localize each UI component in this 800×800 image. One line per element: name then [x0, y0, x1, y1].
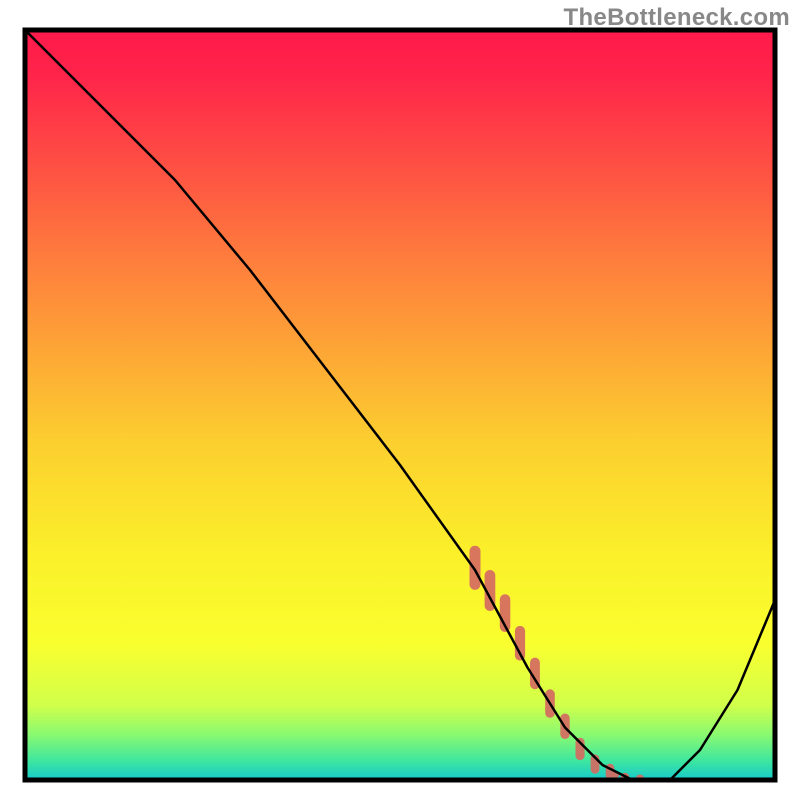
- bottleneck-chart: [0, 0, 800, 800]
- chart-container: { "watermark": "TheBottleneck.com", "cha…: [0, 0, 800, 800]
- watermark-text: TheBottleneck.com: [564, 4, 790, 32]
- highlight-marker: [470, 546, 481, 590]
